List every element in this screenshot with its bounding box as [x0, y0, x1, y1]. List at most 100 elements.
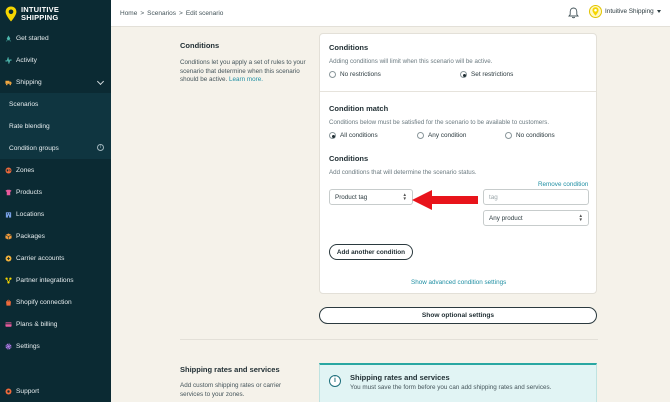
section-description-conditions: Conditions let you apply a set of rules … [180, 59, 306, 83]
sidebar-item-partner-integrations[interactable]: Partner integrations [0, 269, 111, 291]
billing-icon [5, 321, 12, 327]
sidebar-item-zones[interactable]: Zones [0, 159, 111, 181]
sidebar: INTUITIVE SHIPPING Get started Activity … [0, 0, 111, 402]
conditions-card: Conditions Adding conditions will limit … [319, 33, 597, 294]
gear-icon [5, 343, 12, 349]
globe-icon [5, 167, 12, 173]
breadcrumb-scenarios[interactable]: Scenarios [147, 10, 176, 17]
sidebar-item-support[interactable]: Support [0, 380, 111, 402]
select-arrows-icon: ▲ ▼ [578, 213, 583, 222]
radio-no-conditions[interactable]: No conditions [505, 132, 555, 139]
sidebar-item-locations[interactable]: Locations [0, 203, 111, 225]
info-icon[interactable]: i [97, 144, 104, 151]
section-description-shipping-rates: Add custom shipping rates or carrier ser… [180, 382, 282, 398]
account-name: Intuitive Shipping [605, 8, 654, 15]
sidebar-item-label: Rate blending [9, 122, 50, 130]
card-title-condition-match: Condition match [329, 104, 389, 113]
divider [320, 91, 596, 92]
chevron-down-icon [96, 77, 105, 86]
radio-any-condition[interactable]: Any condition [417, 132, 466, 139]
sidebar-item-label: Locations [16, 210, 45, 218]
info-icon: i [329, 375, 341, 387]
brand-name: INTUITIVE SHIPPING [21, 5, 60, 22]
add-condition-button[interactable]: Add another condition [329, 244, 413, 260]
sidebar-item-carrier-accounts[interactable]: Carrier accounts [0, 247, 111, 269]
sidebar-item-label: Settings [16, 342, 40, 350]
radio-button [505, 132, 512, 139]
conditions-list-help-text: Add conditions that will determine the s… [329, 169, 477, 176]
radio-button-selected [329, 132, 336, 139]
conditions-help-text: Adding conditions will limit when this s… [329, 58, 493, 65]
card-title-conditions-list: Conditions [329, 154, 369, 163]
sidebar-item-get-started[interactable]: Get started [0, 27, 111, 49]
breadcrumb-separator: > [179, 10, 183, 17]
radio-button [417, 132, 424, 139]
advanced-settings-link[interactable]: Show advanced condition settings [411, 279, 506, 286]
breadcrumb-current: Edit scenario [185, 10, 224, 17]
sidebar-item-shopify-connection[interactable]: Shopify connection [0, 291, 111, 313]
sidebar-item-activity[interactable]: Activity [0, 49, 111, 71]
box-icon [5, 232, 12, 240]
radio-all-conditions[interactable]: All conditions [329, 132, 378, 139]
account-menu[interactable]: Intuitive Shipping [589, 5, 661, 18]
select-arrows-icon: ▲ ▼ [402, 192, 407, 201]
sidebar-item-label: Partner integrations [16, 276, 74, 284]
sidebar-item-scenarios[interactable]: Scenarios [0, 93, 111, 115]
activity-icon [5, 56, 12, 64]
integrations-icon [5, 276, 12, 284]
sidebar-item-products[interactable]: Products [0, 181, 111, 203]
sidebar-item-label: Activity [16, 56, 37, 64]
sidebar-item-label: Carrier accounts [16, 254, 65, 262]
product-match-select[interactable]: Any product ▲ ▼ [483, 210, 589, 226]
red-arrow-annotation [412, 190, 478, 210]
breadcrumb: Home > Scenarios > Edit scenario [120, 10, 223, 17]
building-icon [5, 211, 12, 218]
sidebar-item-rate-blending[interactable]: Rate blending [0, 115, 111, 137]
section-title-conditions: Conditions [180, 41, 220, 50]
tag-input[interactable]: tag [483, 189, 589, 205]
sidebar-item-settings[interactable]: Settings [0, 335, 111, 357]
help-icon [5, 388, 12, 394]
card-title-conditions: Conditions [329, 43, 369, 52]
breadcrumb-home[interactable]: Home [120, 10, 137, 17]
tag-icon [5, 189, 12, 195]
sidebar-nav: Get started Activity Shipping Scenarios … [0, 27, 111, 357]
location-pin-icon [5, 6, 17, 22]
sidebar-item-label: Scenarios [9, 100, 39, 108]
radio-set-restrictions[interactable]: Set restrictions [460, 71, 513, 78]
sidebar-item-condition-groups[interactable]: Condition groups i [0, 137, 111, 159]
sidebar-item-packages[interactable]: Packages [0, 225, 111, 247]
rocket-icon [5, 34, 12, 42]
sidebar-item-label: Shopify connection [16, 298, 72, 306]
bell-icon[interactable] [568, 7, 579, 19]
shopify-icon [6, 299, 11, 306]
learn-more-link[interactable]: Learn more. [229, 76, 263, 83]
radio-button [329, 71, 336, 78]
sidebar-support: Support [0, 380, 111, 402]
breadcrumb-separator: > [140, 10, 145, 17]
sidebar-item-label: Get started [16, 34, 49, 42]
radio-no-restrictions[interactable]: No restrictions [329, 71, 381, 78]
remove-condition-link[interactable]: Remove condition [538, 181, 588, 188]
truck-icon [5, 80, 12, 85]
top-bar: Home > Scenarios > Edit scenario Intuiti… [111, 0, 670, 27]
section-divider [180, 339, 598, 340]
sidebar-item-label: Products [16, 188, 43, 196]
sidebar-item-label: Support [16, 387, 40, 395]
banner-title: Shipping rates and services [350, 373, 450, 382]
account-avatar [589, 5, 602, 18]
location-pin-icon [592, 7, 599, 16]
condition-type-select[interactable]: Product tag ▲ ▼ [329, 189, 413, 205]
sidebar-item-label: Plans & billing [16, 320, 58, 328]
caret-down-icon [656, 10, 661, 13]
condition-match-help-text: Conditions below must be satisfied for t… [329, 119, 550, 126]
sidebar-item-plans-billing[interactable]: Plans & billing [0, 313, 111, 335]
section-title-shipping-rates: Shipping rates and services [180, 365, 280, 374]
sidebar-item-shipping[interactable]: Shipping [0, 71, 111, 93]
info-banner: i Shipping rates and services You must s… [319, 363, 597, 402]
show-optional-settings-button[interactable]: Show optional settings [319, 307, 597, 324]
sidebar-item-label: Condition groups [9, 144, 59, 152]
logo[interactable]: INTUITIVE SHIPPING [5, 4, 59, 24]
sidebar-item-label: Shipping [16, 78, 42, 86]
carrier-icon [5, 255, 12, 261]
